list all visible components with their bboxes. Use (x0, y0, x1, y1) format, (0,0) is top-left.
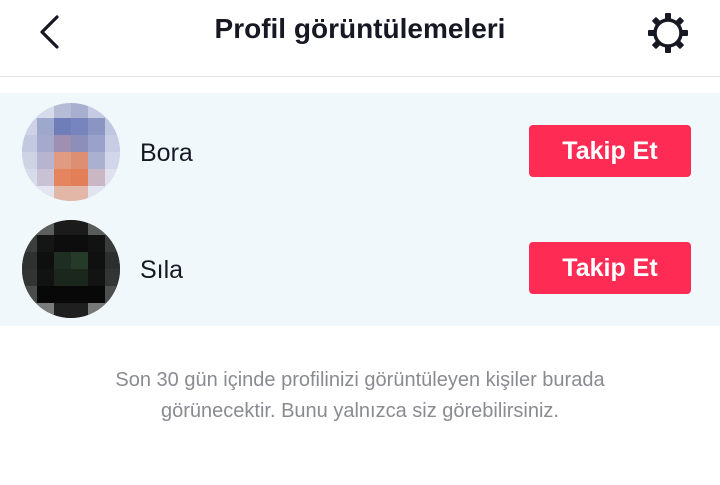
avatar[interactable] (20, 218, 122, 320)
viewer-name[interactable]: Sıla (140, 255, 183, 285)
viewer-row[interactable]: Sıla Takip Et (0, 210, 720, 326)
follow-button[interactable]: Takip Et (529, 242, 691, 294)
viewer-row[interactable]: Bora Takip Et (0, 93, 720, 209)
avatar-image (22, 103, 120, 201)
viewer-name[interactable]: Bora (140, 138, 193, 168)
notice-line-1: Son 30 gün içinde profilinizi görüntüley… (115, 369, 605, 391)
privacy-notice: Son 30 gün içinde profilinizi görüntüley… (40, 365, 680, 427)
page-title: Profil görüntülemeleri (214, 13, 506, 44)
avatar[interactable] (20, 101, 122, 203)
viewer-list: Bora Takip Et Sıla Takip Et (0, 93, 720, 326)
gear-icon (648, 13, 688, 53)
settings-button[interactable] (644, 9, 692, 57)
notice-line-2: görünecektir. Bunu yalnızca siz görebili… (161, 400, 559, 422)
profile-views-screen: Profil görüntülemeleri Bora Takip Et Sıl… (0, 0, 720, 485)
header-bar: Profil görüntülemeleri (0, 0, 720, 77)
avatar-image (22, 220, 120, 318)
follow-button[interactable]: Takip Et (529, 125, 691, 177)
